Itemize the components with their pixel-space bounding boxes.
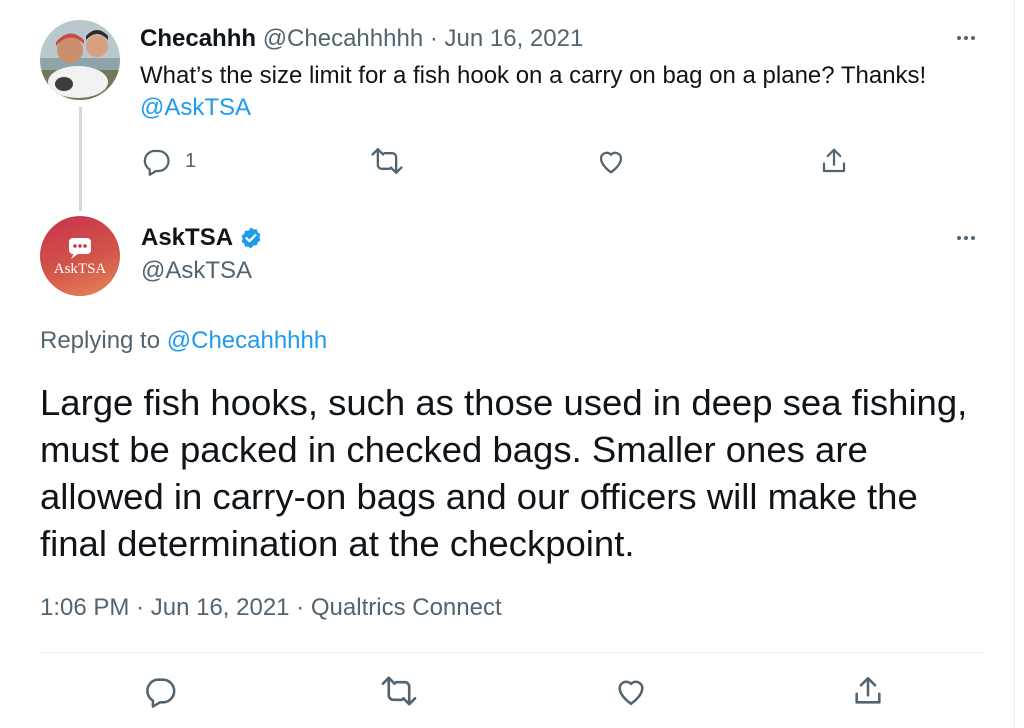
retweet-button[interactable] xyxy=(380,674,418,708)
timeline-border xyxy=(1014,0,1015,728)
avatar-photo xyxy=(40,20,120,100)
replying-to: Replying to @Checahhhhh xyxy=(40,326,327,356)
retweet-button[interactable] xyxy=(370,146,404,176)
tweet-header: Checahhh @Checahhhhh · Jun 16, 2021 xyxy=(140,24,583,54)
reply-button[interactable]: 1 xyxy=(141,146,196,176)
retweet-icon xyxy=(371,148,403,174)
avatar-label: AskTSA xyxy=(53,261,107,277)
meta-separator: · xyxy=(296,594,305,621)
reply-icon xyxy=(146,678,176,708)
display-name[interactable]: Checahhh xyxy=(140,25,256,52)
replying-to-label: Replying to xyxy=(40,327,161,354)
reply-text: Large fish hooks, such as those used in … xyxy=(40,382,968,564)
reply-count: 1 xyxy=(185,149,197,172)
like-icon xyxy=(599,151,623,174)
reply-button[interactable] xyxy=(143,674,177,708)
tweet-date[interactable]: Jun 16, 2021 xyxy=(445,25,584,52)
divider xyxy=(40,652,986,653)
like-button[interactable] xyxy=(596,146,626,176)
meta-separator: · xyxy=(136,594,145,621)
replying-to-link[interactable]: @Checahhhhh xyxy=(167,327,327,354)
tweet-time[interactable]: 1:06 PM xyxy=(40,594,129,621)
separator: · xyxy=(429,25,438,52)
mention-link[interactable]: @AskTSA xyxy=(140,93,251,123)
tweet-text: What’s the size limit for a fish hook on… xyxy=(140,62,927,89)
reply-author: AskTSA xyxy=(141,223,263,253)
share-icon xyxy=(822,148,846,173)
handle[interactable]: @AskTSA xyxy=(141,256,252,286)
tweet-meta: 1:06 PM · Jun 16, 2021 · Qualtrics Conne… xyxy=(40,593,502,623)
asktsa-avatar[interactable]: AskTSA xyxy=(40,216,120,296)
share-button[interactable] xyxy=(819,146,849,176)
like-icon xyxy=(618,680,644,706)
retweet-icon xyxy=(381,676,417,706)
avatar[interactable] xyxy=(40,20,120,100)
handle[interactable]: @Checahhhhh xyxy=(263,25,423,52)
reply-icon xyxy=(143,149,170,176)
more-icon[interactable] xyxy=(957,36,975,40)
share-button[interactable] xyxy=(851,674,885,708)
display-name[interactable]: AskTSA xyxy=(141,223,233,253)
tweet-date[interactable]: Jun 16, 2021 xyxy=(151,594,290,621)
more-icon[interactable] xyxy=(957,236,975,240)
verified-badge-icon xyxy=(241,227,261,249)
thread-connector xyxy=(79,107,82,211)
like-button[interactable] xyxy=(614,674,648,708)
share-icon xyxy=(855,676,881,704)
tweet-source[interactable]: Qualtrics Connect xyxy=(311,594,502,621)
chat-bubble-icon xyxy=(69,238,91,259)
